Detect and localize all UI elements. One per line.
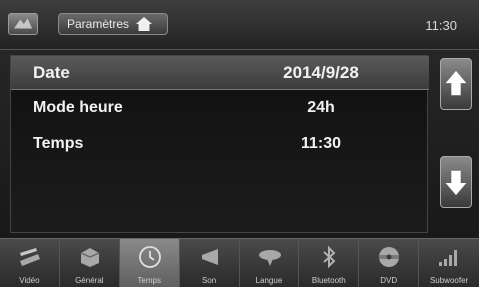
tab-language[interactable]: Langue [240, 239, 300, 287]
video-icon [20, 248, 40, 266]
setting-label: Date [33, 63, 70, 82]
setting-row-time-mode[interactable]: Mode heure 24h [11, 92, 429, 126]
tab-subwoofer[interactable]: Subwoofer [419, 239, 479, 287]
tab-general[interactable]: Général [60, 239, 120, 287]
menu-icon[interactable] [8, 13, 38, 35]
bottom-tab-bar: Vidéo Général Temps Son Langue Bluetooth… [0, 238, 479, 287]
tab-label: Langue [255, 276, 283, 285]
subwoofer-icon [439, 250, 458, 266]
setting-label: Temps [33, 135, 84, 152]
setting-value: 24h [307, 99, 335, 116]
speaker-icon [201, 249, 218, 265]
tab-label: Général [75, 276, 104, 285]
tab-label: Subwoofer [429, 276, 469, 285]
setting-label: Mode heure [33, 99, 123, 116]
tab-label: Bluetooth [311, 276, 346, 285]
scroll-up-button[interactable] [440, 58, 472, 110]
tab-time[interactable]: Temps [119, 239, 180, 287]
arrow-up-icon [445, 70, 467, 96]
settings-screen: Paramètres 11:30 Date 2014/9/28 Mode heu… [0, 0, 479, 287]
setting-value: 2014/9/28 [283, 63, 359, 82]
tab-dvd[interactable]: DVD [359, 239, 420, 287]
tab-bluetooth[interactable]: Bluetooth [299, 239, 360, 287]
clock: 11:30 [425, 18, 457, 33]
home-icon [136, 17, 153, 31]
general-icon [80, 248, 100, 267]
settings-panel: Date 2014/9/28 Mode heure 24h Temps 11:3… [10, 55, 429, 233]
dvd-icon [379, 247, 400, 267]
clock-icon [138, 246, 161, 268]
top-bar: Paramètres 11:30 [0, 0, 479, 50]
arrow-down-icon [445, 170, 467, 196]
page-title: Paramètres [67, 17, 130, 31]
language-icon [258, 250, 281, 266]
setting-value: 11:30 [300, 135, 342, 152]
tab-label: DVD [380, 276, 398, 285]
tab-label: Vidéo [19, 276, 40, 285]
tab-label: Son [201, 276, 217, 285]
tab-video[interactable]: Vidéo [0, 239, 60, 287]
scroll-down-button[interactable] [440, 156, 472, 208]
bluetooth-icon [323, 245, 336, 269]
tab-label: Temps [137, 276, 161, 285]
setting-row-date[interactable]: Date 2014/9/28 [11, 56, 429, 90]
tab-sound[interactable]: Son [180, 239, 240, 287]
title-tab[interactable]: Paramètres [58, 13, 168, 35]
setting-row-time[interactable]: Temps 11:30 [11, 128, 429, 162]
